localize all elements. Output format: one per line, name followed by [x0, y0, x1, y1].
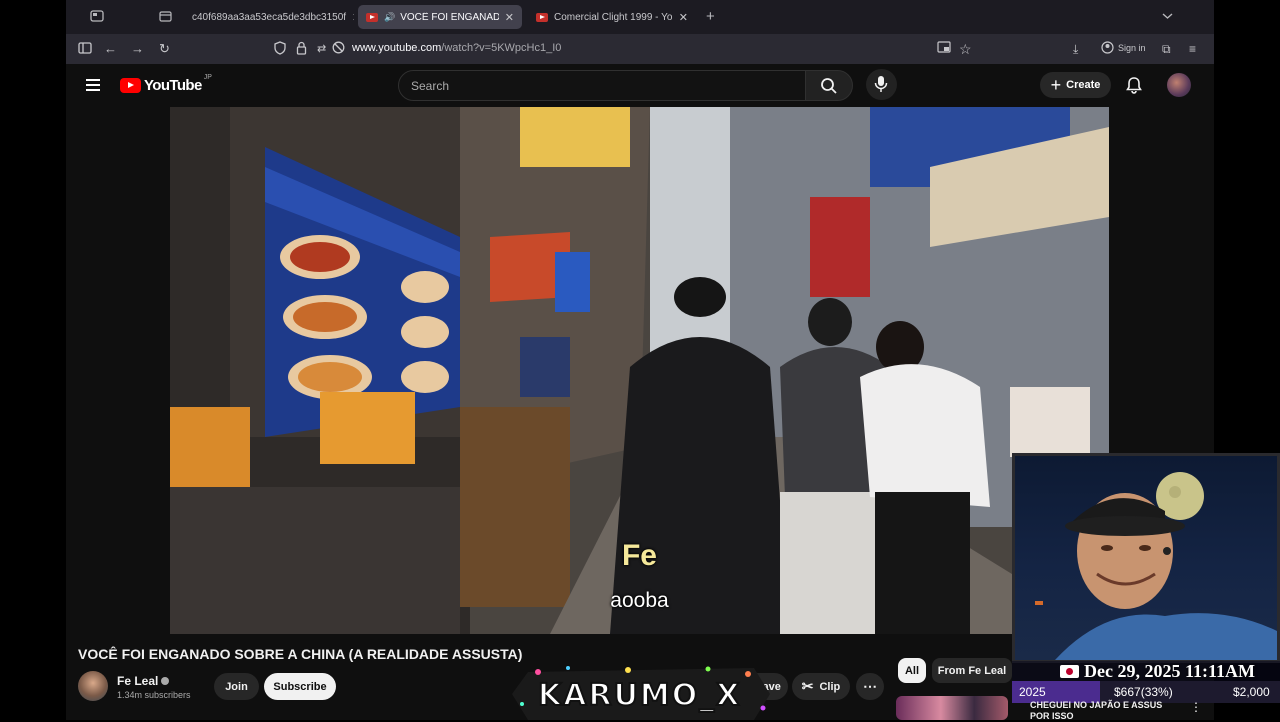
karumo-x-overlay-logo: KARUMO_X — [508, 664, 774, 720]
subtitle-speaker: Fe — [621, 539, 657, 572]
tab-hash-page[interactable]: c40f689aa3aa53eca5de3dbc3150f ✕ — [184, 5, 354, 29]
back-icon[interactable]: ← — [104, 41, 117, 57]
goal-year: 2025 — [1019, 685, 1046, 699]
youtube-header: YouTube JP + Create — [66, 64, 1214, 107]
search-icon — [821, 78, 837, 94]
bookmark-star-icon[interactable]: ☆ — [959, 41, 972, 57]
close-icon[interactable]: ✕ — [505, 11, 514, 24]
lock-icon[interactable] — [296, 41, 307, 59]
tab-bar: c40f689aa3aa53eca5de3dbc3150f ✕ 🔊 VOCÊ F… — [66, 0, 1214, 34]
tab-label: c40f689aa3aa53eca5de3dbc3150f — [192, 11, 347, 23]
goal-progress: $667(33%) — [1114, 685, 1173, 699]
permissions-icon[interactable]: ⇄ — [317, 41, 326, 57]
channel-name-text: Fe Leal — [117, 674, 159, 688]
recommendation-title-line2: POR ISSO — [1030, 711, 1074, 721]
speaker-icon[interactable]: 🔊 — [384, 12, 395, 23]
plus-icon: + — [1050, 75, 1062, 95]
chevron-down-icon[interactable] — [1162, 9, 1173, 23]
scissors-icon: ✂ — [801, 678, 814, 694]
subscribe-button[interactable]: Subscribe — [264, 673, 336, 700]
new-tab-icon[interactable]: + — [706, 8, 715, 25]
youtube-play-icon — [120, 78, 141, 93]
clip-button[interactable]: ✂ Clip — [792, 673, 850, 700]
youtube-favicon-icon — [536, 12, 548, 22]
sidebar-icon[interactable] — [78, 41, 92, 59]
recommendation-title[interactable]: CHEGUEI NO JAPÃO E ASSUS POR ISSO — [1030, 700, 1162, 722]
menu-icon[interactable]: ≡ — [1189, 41, 1196, 57]
japan-flag-icon — [1060, 665, 1079, 678]
extensions-icon[interactable]: ⧉ — [1162, 41, 1171, 57]
close-icon[interactable]: ✕ — [679, 11, 688, 24]
stream-date-time: Dec 29, 2025 11:11AM — [1084, 661, 1255, 681]
chip-from-fe-leal[interactable]: From Fe Leal — [932, 658, 1012, 683]
youtube-favicon-icon — [366, 12, 378, 22]
clip-label: Clip — [819, 680, 841, 693]
shield-icon[interactable] — [274, 41, 286, 59]
join-button[interactable]: Join — [214, 673, 259, 700]
autoplay-blocked-icon[interactable] — [332, 41, 345, 58]
recommendation-title-line1: CHEGUEI NO JAPÃO E ASSUS — [1030, 700, 1163, 710]
channel-name[interactable]: Fe Leal — [117, 674, 170, 688]
navigation-bar: ← → ↻ ⇄ www.youtube.com/watch?v=5KWpcHc1… — [66, 34, 1214, 64]
video-player[interactable]: Fe aooba — [170, 107, 1109, 634]
forward-icon[interactable]: → — [131, 41, 144, 57]
chip-all[interactable]: All — [898, 658, 926, 683]
sidebar-toggle-icon[interactable] — [90, 10, 104, 25]
more-horizontal-icon: ⋯ — [863, 678, 877, 694]
tab-current-video[interactable]: 🔊 VOCÊ FOI ENGANADO SOBR ✕ — [358, 5, 522, 29]
verified-icon — [161, 677, 170, 685]
account-icon[interactable] — [1101, 41, 1114, 58]
search-button[interactable] — [805, 70, 853, 101]
webcam-scene — [1035, 472, 1277, 660]
subscriber-count: 1.34m subscribers — [117, 690, 191, 700]
user-avatar[interactable] — [1167, 73, 1191, 97]
sign-in-link[interactable]: Sign in — [1118, 43, 1146, 53]
channel-avatar[interactable] — [78, 671, 108, 701]
subtitle-text: aooba — [610, 589, 669, 612]
notifications-bell-icon[interactable] — [1126, 76, 1142, 99]
search-box[interactable] — [398, 70, 806, 101]
picture-in-picture-icon[interactable] — [937, 41, 951, 57]
recommendation-thumbnail[interactable] — [896, 696, 1008, 720]
country-code: JP — [203, 74, 212, 81]
youtube-logo[interactable]: YouTube JP — [120, 74, 212, 94]
more-vertical-icon[interactable]: ⋮ — [1190, 700, 1202, 714]
overlay-logo-text: KARUMO_X — [537, 677, 742, 714]
create-button[interactable]: + Create — [1040, 72, 1111, 98]
url-path: /watch?v=5KWpcHc1_I0 — [441, 42, 562, 54]
goal-target: $2,000 — [1233, 685, 1270, 699]
logo-wordmark: YouTube — [144, 77, 202, 94]
tab-label: Comercial Clight 1999 - YouTub — [554, 11, 673, 23]
microphone-icon — [874, 76, 888, 92]
create-label: Create — [1066, 79, 1101, 91]
reload-icon[interactable]: ↻ — [159, 41, 170, 57]
address-bar[interactable]: www.youtube.com/watch?v=5KWpcHc1_I0 — [352, 42, 561, 54]
tab-commercial-video[interactable]: Comercial Clight 1999 - YouTub ✕ — [528, 5, 696, 29]
tab-label: VOCÊ FOI ENGANADO SOBR — [400, 11, 499, 23]
downloads-icon[interactable]: ⤓ — [1073, 41, 1078, 57]
voice-search-button[interactable] — [866, 69, 897, 100]
tab-group-icon[interactable] — [159, 10, 172, 25]
url-host: www.youtube.com — [352, 42, 442, 54]
webcam-overlay — [1012, 453, 1280, 663]
more-actions-button[interactable]: ⋯ — [856, 673, 884, 700]
close-icon[interactable]: ✕ — [352, 11, 354, 24]
hamburger-menu-icon[interactable] — [86, 79, 100, 91]
video-title: VOCÊ FOI ENGANADO SOBRE A CHINA (A REALI… — [78, 646, 523, 662]
search-input[interactable] — [399, 71, 805, 100]
